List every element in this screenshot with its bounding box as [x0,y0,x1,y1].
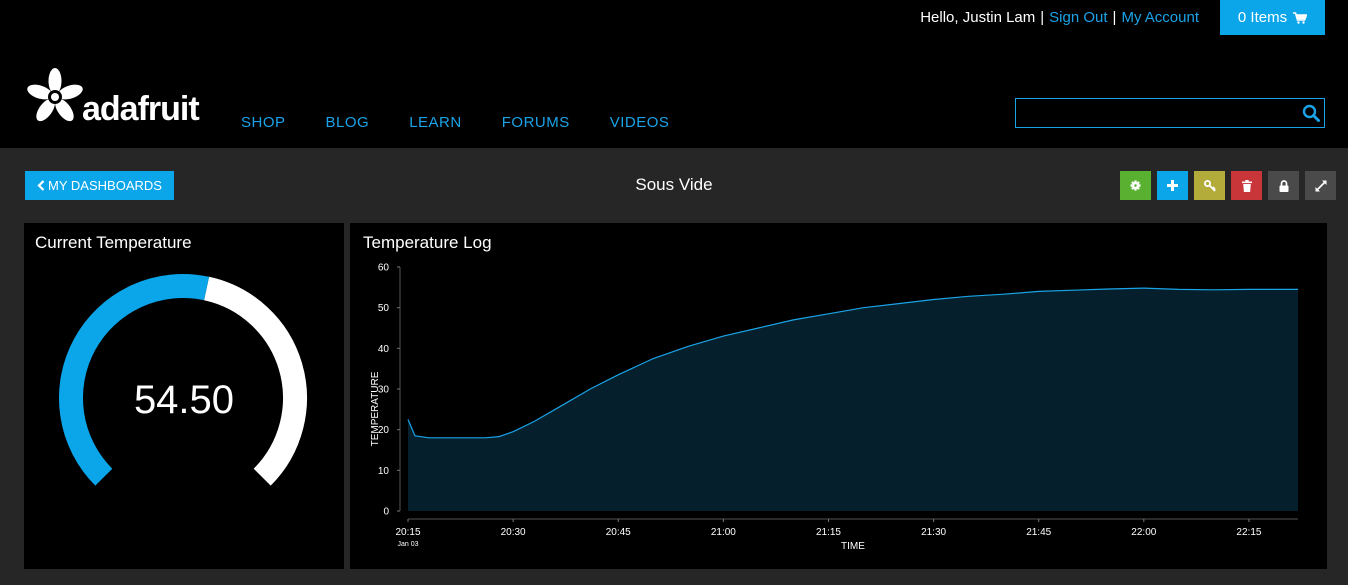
x-tick-label: 21:30 [921,527,946,538]
adafruit-flower-icon [27,68,83,122]
dashboard-toolbar [1120,171,1336,200]
y-axis-label: TEMPERATURE [370,371,381,446]
gauge-value: 54.50 [133,378,235,422]
nav-item-learn[interactable]: LEARN [409,114,462,131]
sign-out-link[interactable]: Sign Out [1049,9,1107,26]
temperature-area [408,288,1298,511]
y-tick-label: 50 [378,303,390,314]
nav-item-videos[interactable]: VIDEOS [610,114,670,131]
x-tick-label: 21:45 [1026,527,1051,538]
y-tick-label: 60 [378,263,390,274]
main-nav: SHOP BLOG LEARN FORUMS VIDEOS [241,114,669,131]
separator: | [1112,9,1117,26]
cart-icon [1293,11,1308,24]
x-tick-label: 21:00 [711,527,736,538]
x-tick-label: 20:15 [395,527,420,538]
search-input[interactable] [1016,99,1302,125]
x-tick-label: 20:30 [501,527,526,538]
y-tick-label: 10 [378,466,390,477]
logo-text: adafruit [82,90,200,128]
x-tick-label: 22:15 [1236,527,1261,538]
settings-button[interactable] [1120,171,1151,200]
greeting-text: Hello, Justin Lam [920,9,1036,26]
y-tick-label: 0 [383,507,389,518]
nav-item-shop[interactable]: SHOP [241,114,286,131]
key-button[interactable] [1194,171,1225,200]
lock-button[interactable] [1268,171,1299,200]
gear-icon [1130,180,1141,191]
delete-button[interactable] [1231,171,1262,200]
user-bar: Hello, Justin Lam | Sign Out | My Accoun… [920,0,1325,35]
temperature-chart: 0102030405060 20:15Jan 0320:30 20:45 21:00… [370,263,1298,552]
x-tick-label: 22:00 [1131,527,1156,538]
search-icon[interactable] [1302,104,1320,122]
expand-icon [1315,180,1326,191]
y-tick-label: 40 [378,344,390,355]
my-account-link[interactable]: My Account [1121,9,1199,26]
y-axis: 0102030405060 [378,263,401,518]
lock-icon [1279,179,1288,192]
fullscreen-button[interactable] [1305,171,1336,200]
x-tick-sublabel: Jan 03 [397,541,418,548]
gauge-block[interactable]: Current Temperature 54.50 [24,223,344,569]
adafruit-logo[interactable]: adafruit [24,68,200,128]
x-tick-label: 20:45 [606,527,631,538]
plus-icon [1167,180,1178,191]
search-box [1015,98,1325,128]
add-block-button[interactable] [1157,171,1188,200]
x-tick-label: 21:15 [816,527,841,538]
nav-item-forums[interactable]: FORUMS [502,114,570,131]
separator: | [1040,9,1045,26]
trash-icon [1241,179,1252,192]
site-header: Hello, Justin Lam | Sign Out | My Accoun… [0,0,1348,148]
cart-button[interactable]: 0 Items [1220,0,1325,35]
x-axis-label: TIME [841,541,865,552]
cart-label: 0 Items [1237,9,1288,26]
key-icon [1203,179,1216,192]
line-chart-block[interactable]: Temperature Log 0 10 20 30 40 50 60 20:15 Jan 0… [350,223,1327,569]
dashboard-area: MY DASHBOARDS Sous Vide Current Temperat… [0,148,1348,585]
nav-item-blog[interactable]: BLOG [326,114,370,131]
